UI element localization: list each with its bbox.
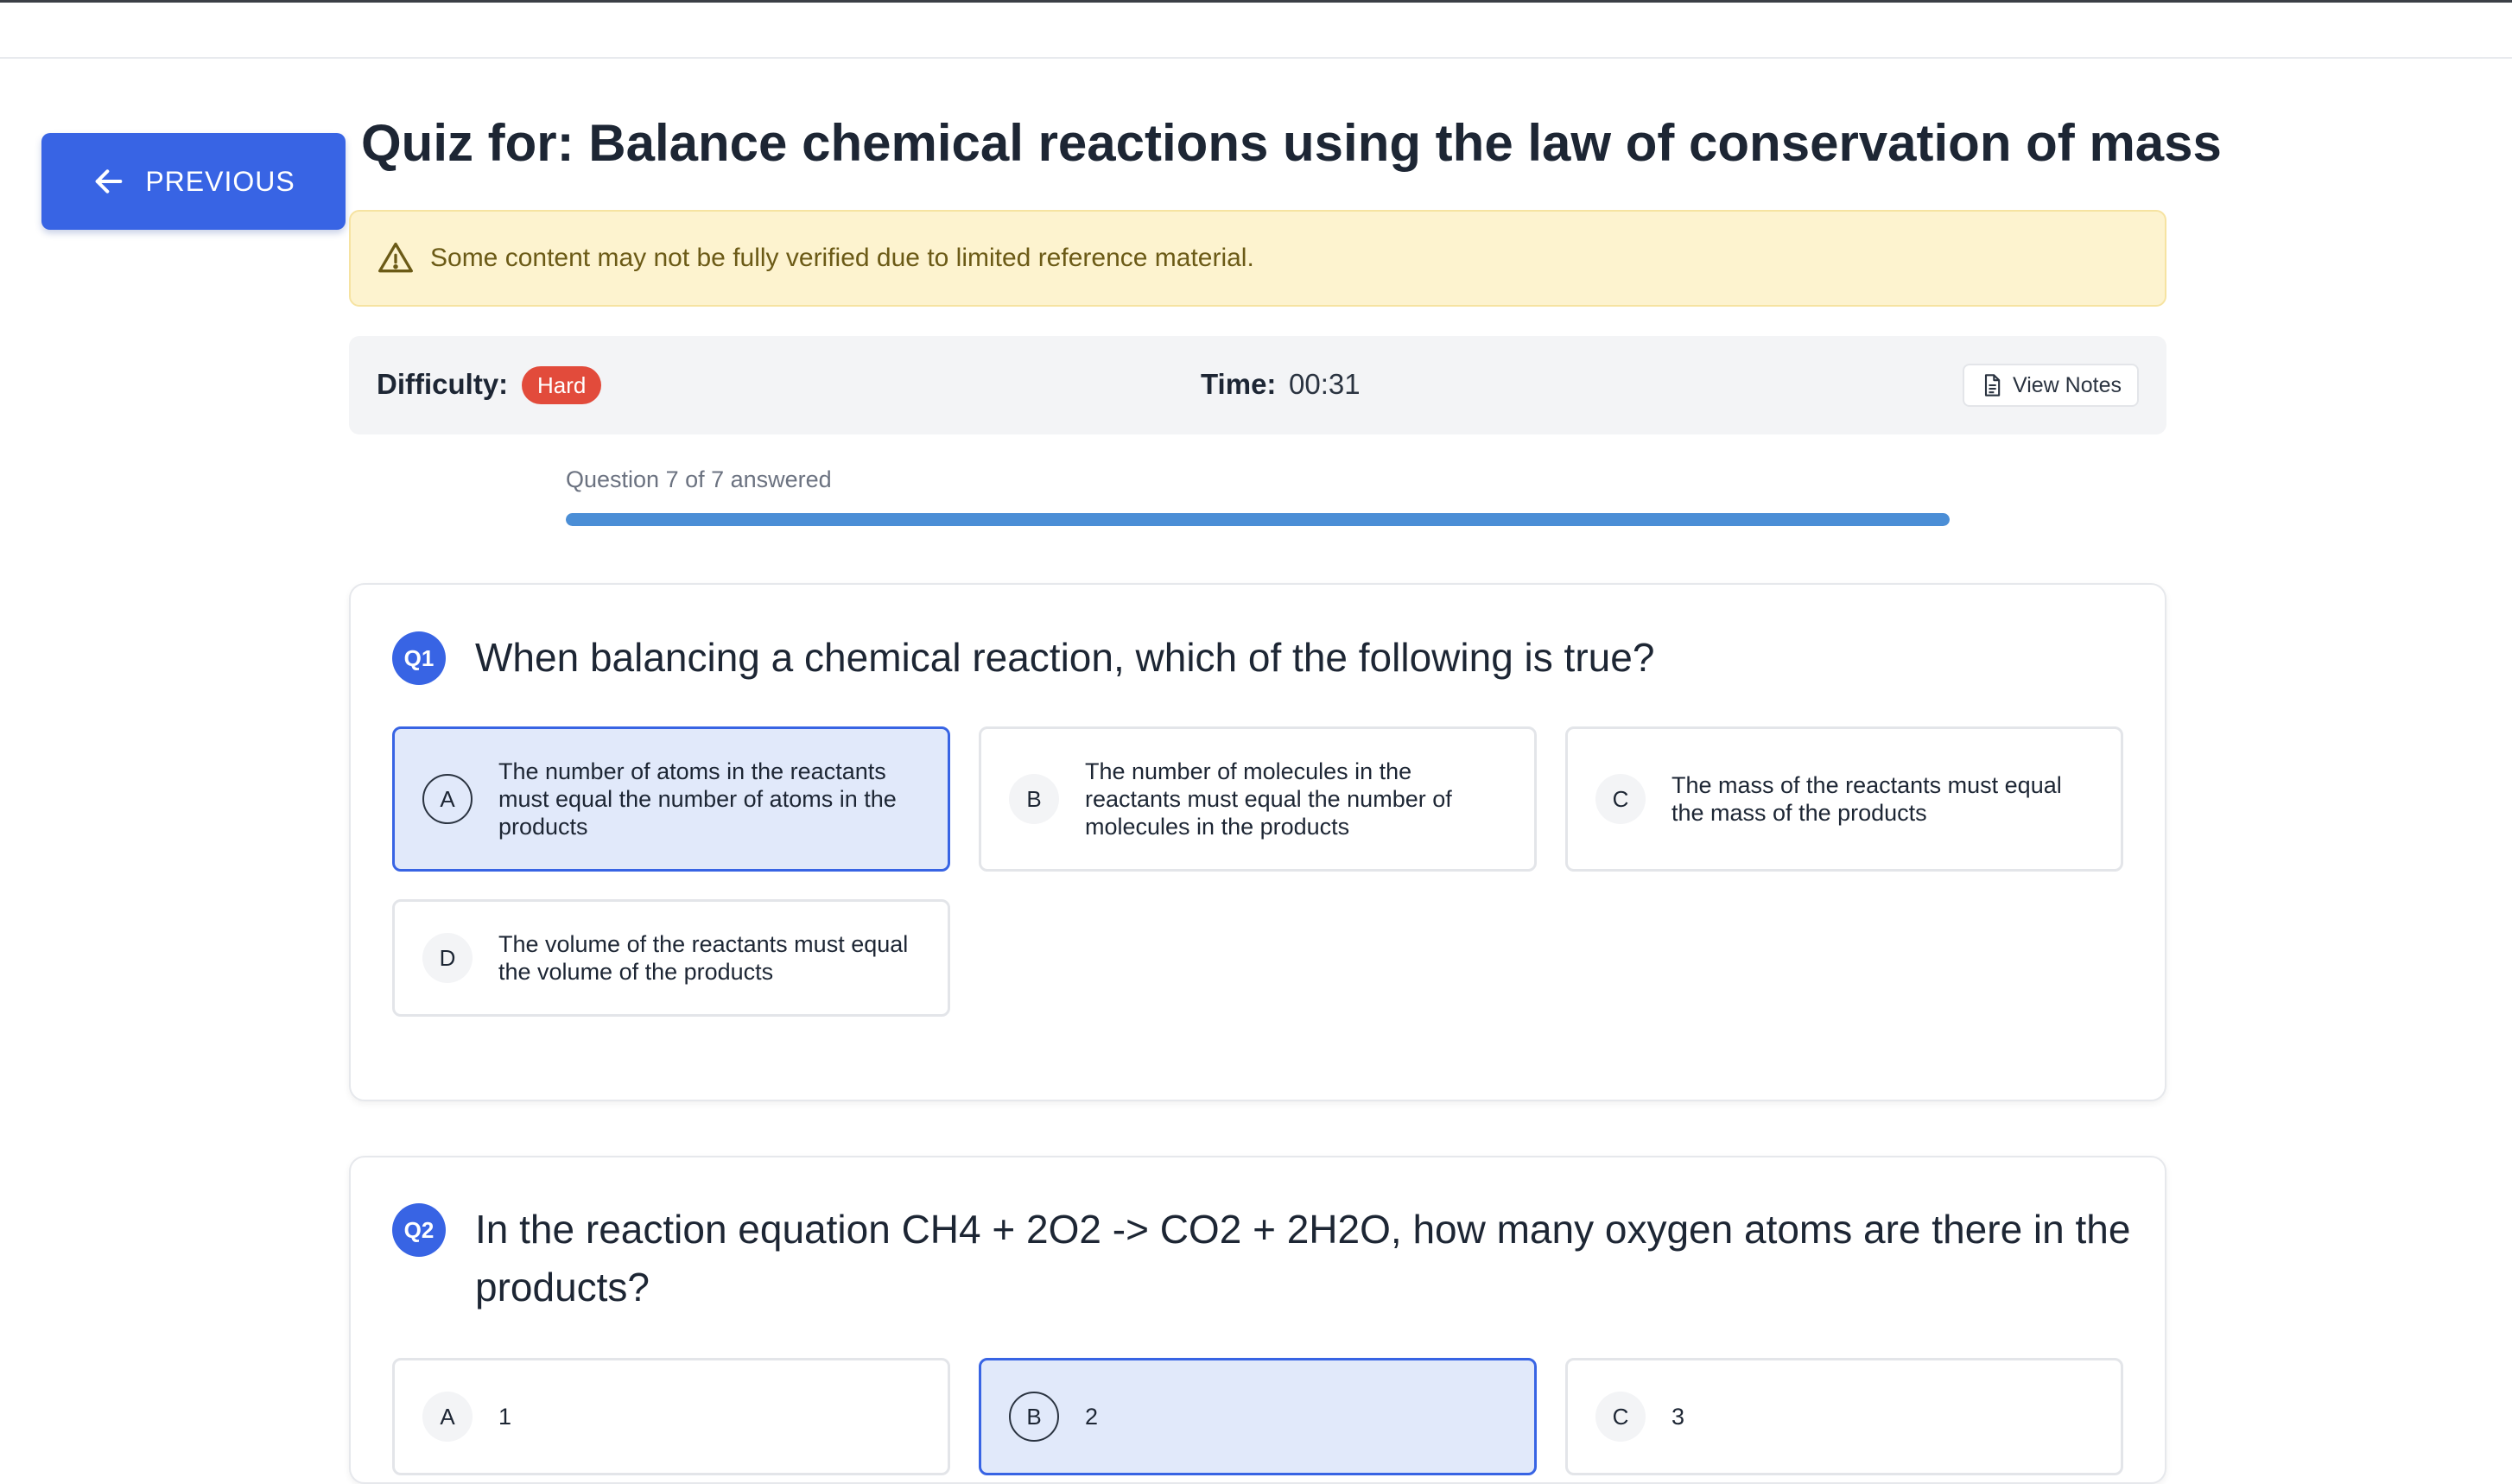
answer-option-b[interactable]: B 2 [979, 1358, 1537, 1475]
question-card-q1: Q1 When balancing a chemical reaction, w… [349, 583, 2166, 1101]
progress-text: Question 7 of 7 answered [566, 466, 832, 492]
option-text: The number of molecules in the reactants… [1085, 758, 1452, 840]
option-letter: B [1009, 774, 1059, 824]
quiz-info-bar: Difficulty: Hard Time: 00:31 View Notes [349, 336, 2166, 434]
view-notes-label: View Notes [2013, 372, 2122, 397]
answer-option-c[interactable]: C 3 [1565, 1358, 2123, 1475]
option-text: 3 [1671, 1404, 1685, 1430]
option-letter: D [422, 933, 473, 983]
arrow-left-icon [95, 169, 123, 193]
option-text: 2 [1085, 1404, 1099, 1430]
answer-option-a[interactable]: A 1 [392, 1358, 950, 1475]
option-text: The number of atoms in the reactants mus… [498, 758, 897, 840]
warning-text: Some content may not be fully verified d… [430, 244, 1254, 272]
progress-bar-fill [566, 513, 1950, 526]
option-text: The volume of the reactants must equal t… [498, 931, 909, 985]
answer-option-c[interactable]: C The mass of the reactants must equal t… [1565, 726, 2123, 872]
previous-button-label: PREVIOUS [145, 165, 295, 197]
option-text: 1 [498, 1404, 512, 1430]
option-letter: C [1595, 774, 1646, 824]
page-title: Quiz for: Balance chemical reactions usi… [361, 114, 2222, 172]
previous-button[interactable]: PREVIOUS [41, 133, 346, 230]
view-notes-button[interactable]: View Notes [1963, 364, 2139, 407]
question-text: In the reaction equation CH4 + 2O2 -> CO… [475, 1207, 2131, 1310]
option-letter: A [422, 1392, 473, 1442]
answer-option-b[interactable]: B The number of molecules in the reactan… [979, 726, 1537, 872]
timer-value: 00:31 [1289, 368, 1361, 400]
option-text: The mass of the reactants must equal the… [1671, 772, 2062, 826]
question-text: When balancing a chemical reaction, whic… [475, 635, 1655, 680]
difficulty-label: Difficulty: [377, 368, 509, 400]
question-card-q2: Q2 In the reaction equation CH4 + 2O2 ->… [349, 1156, 2166, 1484]
warning-triangle-icon [378, 242, 413, 273]
option-letter: B [1009, 1392, 1059, 1442]
option-letter: C [1595, 1392, 1646, 1442]
time-label: Time: [1201, 368, 1277, 400]
progress-bar [566, 513, 1950, 526]
option-letter: A [422, 774, 473, 824]
answer-option-d[interactable]: D The volume of the reactants must equal… [392, 899, 950, 1017]
answer-option-a[interactable]: A The number of atoms in the reactants m… [392, 726, 950, 872]
question-number-badge: Q1 [392, 631, 446, 685]
verification-warning: Some content may not be fully verified d… [349, 210, 2166, 307]
question-number-badge: Q2 [392, 1203, 446, 1257]
document-icon [1984, 374, 2001, 396]
window-top-border [0, 0, 2512, 3]
header-divider [0, 57, 2512, 59]
difficulty-badge: Hard [522, 366, 602, 404]
